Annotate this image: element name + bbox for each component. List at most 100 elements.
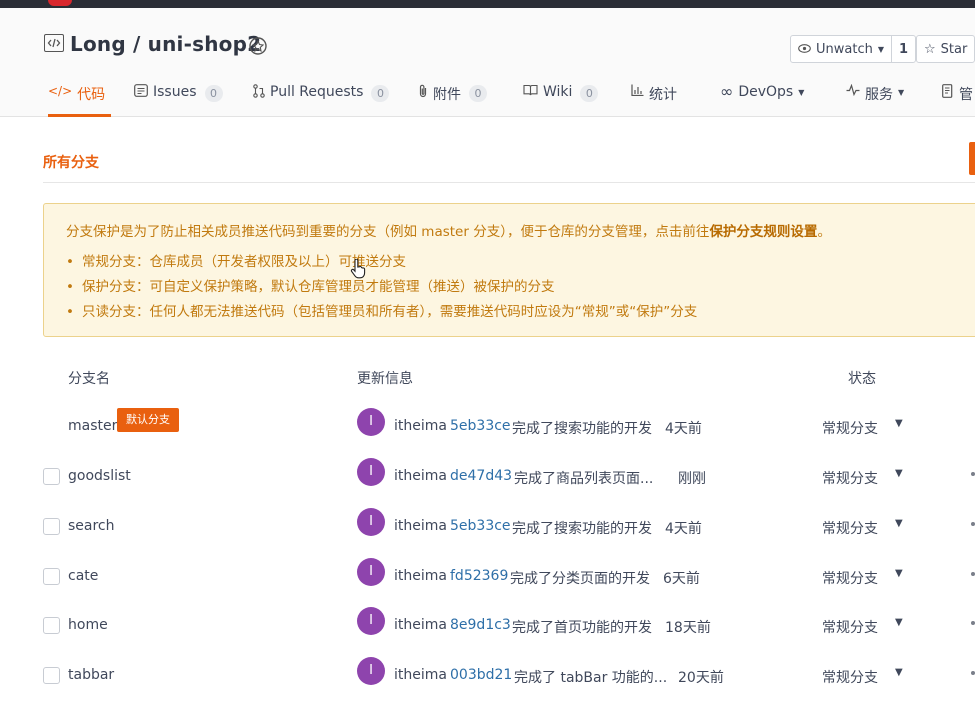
watch-count[interactable]: 1 <box>891 36 915 62</box>
branch-checkbox[interactable] <box>43 568 60 585</box>
commit-sha-link[interactable]: de47d43 <box>450 468 512 484</box>
avatar[interactable]: I <box>357 508 385 536</box>
tab-manage[interactable]: 管 <box>942 84 973 116</box>
commit-sha-link[interactable]: 5eb33ce <box>450 418 511 434</box>
branch-status-dropdown[interactable]: 常规分支 <box>822 518 878 538</box>
branch-checkbox[interactable] <box>43 518 60 535</box>
chevron-down-icon[interactable]: ▼ <box>895 518 903 529</box>
tab-code[interactable]: </> 代码 <box>48 84 112 117</box>
commit-author[interactable]: itheima <box>394 418 447 434</box>
star-button-group: ☆ Star <box>916 35 975 63</box>
column-header-status: 状态 <box>848 371 876 387</box>
branch-status-dropdown[interactable]: 常规分支 <box>822 617 878 637</box>
branch-name-link[interactable]: home <box>68 617 108 633</box>
more-actions-icon[interactable] <box>971 671 975 675</box>
wiki-count-badge: 0 <box>580 85 599 102</box>
branch-name-link[interactable]: search <box>68 518 115 534</box>
avatar[interactable]: I <box>357 458 385 486</box>
table-row: tabbar I itheima 003bd21 完成了 tabBar 功能的.… <box>0 657 975 711</box>
more-actions-icon[interactable] <box>971 522 975 526</box>
tab-attachments[interactable]: 附件 0 <box>418 84 487 116</box>
commit-author[interactable]: itheima <box>394 667 447 683</box>
branch-checkbox[interactable] <box>43 468 60 485</box>
document-icon <box>942 84 954 102</box>
tab-attachments-label: 附件 <box>433 87 461 103</box>
unwatch-label: Unwatch <box>816 41 873 57</box>
more-actions-icon[interactable] <box>971 621 975 625</box>
hand-cursor-icon <box>350 258 366 283</box>
commit-time: 18天前 <box>665 620 711 636</box>
tab-devops[interactable]: ∞ DevOps ▼ <box>720 84 804 116</box>
branch-status-dropdown[interactable]: 常规分支 <box>822 468 878 488</box>
commit-author[interactable]: itheima <box>394 568 447 584</box>
commit-message: 完成了 tabBar 功能的... <box>514 670 668 686</box>
tab-issues[interactable]: Issues 0 <box>134 84 223 116</box>
divider <box>43 182 975 183</box>
avatar[interactable]: I <box>357 408 385 436</box>
table-row: master 默认分支 I itheima 5eb33ce 完成了搜索功能的开发… <box>0 408 975 468</box>
branch-status-dropdown[interactable]: 常规分支 <box>822 667 878 687</box>
default-branch-badge: 默认分支 <box>117 408 179 432</box>
chevron-down-icon: ▼ <box>877 44 884 54</box>
branch-checkbox[interactable] <box>43 667 60 684</box>
chevron-down-icon[interactable]: ▼ <box>895 468 903 479</box>
branch-status-dropdown[interactable]: 常规分支 <box>822 418 878 438</box>
commit-message: 完成了首页功能的开发 <box>512 620 652 636</box>
repo-title[interactable]: Long / uni-shop2 <box>70 32 261 56</box>
paperclip-icon <box>418 84 428 102</box>
star-icon: ☆ <box>924 41 936 57</box>
more-actions-icon[interactable] <box>971 472 975 476</box>
star-button[interactable]: ☆ Star <box>917 36 974 62</box>
commit-sha-link[interactable]: 5eb33ce <box>450 518 511 534</box>
tab-stats[interactable]: 统计 <box>631 84 677 116</box>
notice-item-normal: 常规分支：仓库成员（开发者权限及以上）可推送分支 <box>66 253 697 278</box>
recommend-badge-icon <box>248 36 268 56</box>
avatar[interactable]: I <box>357 558 385 586</box>
tab-pull-requests[interactable]: Pull Requests 0 <box>253 84 390 116</box>
commit-message: 完成了分类页面的开发 <box>510 571 650 587</box>
avatar[interactable]: I <box>357 607 385 635</box>
unwatch-button[interactable]: Unwatch ▼ <box>791 36 891 62</box>
notice-intro-end: 。 <box>817 224 831 240</box>
notice-list: 常规分支：仓库成员（开发者权限及以上）可推送分支 保护分支：可自定义保护策略，默… <box>66 253 697 328</box>
infinity-icon: ∞ <box>720 82 734 101</box>
tab-services[interactable]: 服务 ▼ <box>846 83 904 116</box>
notice-item-readonly: 只读分支：任何人都无法推送代码（包括管理员和所有者），需要推送代码时应设为“常规… <box>66 303 697 328</box>
chevron-down-icon[interactable]: ▼ <box>895 617 903 628</box>
column-header-update: 更新信息 <box>357 371 413 387</box>
chevron-down-icon[interactable]: ▼ <box>895 568 903 579</box>
tab-wiki[interactable]: Wiki 0 <box>523 84 599 116</box>
pulse-icon <box>846 83 860 100</box>
branch-name-link[interactable]: master <box>68 418 117 434</box>
commit-author[interactable]: itheima <box>394 617 447 633</box>
tab-services-label: 服务 <box>865 87 893 103</box>
attachments-count-badge: 0 <box>469 85 487 102</box>
branch-name-link[interactable]: cate <box>68 568 98 584</box>
notice-intro-text: 分支保护是为了防止相关成员推送代码到重要的分支（例如 master 分支），便于… <box>66 224 710 240</box>
branch-status-dropdown[interactable]: 常规分支 <box>822 568 878 588</box>
chevron-down-icon[interactable]: ▼ <box>895 667 903 678</box>
branch-checkbox[interactable] <box>43 617 60 634</box>
commit-sha-link[interactable]: fd52369 <box>450 568 508 584</box>
protection-rules-link[interactable]: 保护分支规则设置 <box>709 224 817 240</box>
commit-time: 20天前 <box>678 670 724 686</box>
table-row: goodslist I itheima de47d43 完成了商品列表页面...… <box>0 458 975 518</box>
tab-pull-requests-label: Pull Requests <box>270 84 364 100</box>
commit-author[interactable]: itheima <box>394 468 447 484</box>
branch-name-link[interactable]: tabbar <box>68 667 114 683</box>
chevron-down-icon[interactable]: ▼ <box>895 418 903 429</box>
new-branch-button-edge[interactable] <box>969 142 975 175</box>
more-actions-icon[interactable] <box>971 572 975 576</box>
pull-requests-count-badge: 0 <box>371 85 390 102</box>
commit-time: 4天前 <box>665 521 702 537</box>
commit-author[interactable]: itheima <box>394 518 447 534</box>
commit-sha-link[interactable]: 003bd21 <box>450 667 512 683</box>
tab-issues-label: Issues <box>153 84 197 100</box>
commit-time: 6天前 <box>663 571 700 587</box>
tab-devops-label: DevOps <box>738 84 794 100</box>
commit-sha-link[interactable]: 8e9d1c3 <box>450 617 511 633</box>
branch-name-link[interactable]: goodslist <box>68 468 131 484</box>
avatar[interactable]: I <box>357 657 385 685</box>
table-row: home I itheima 8e9d1c3 完成了首页功能的开发 18天前 常… <box>0 607 975 667</box>
issues-count-badge: 0 <box>204 85 223 102</box>
